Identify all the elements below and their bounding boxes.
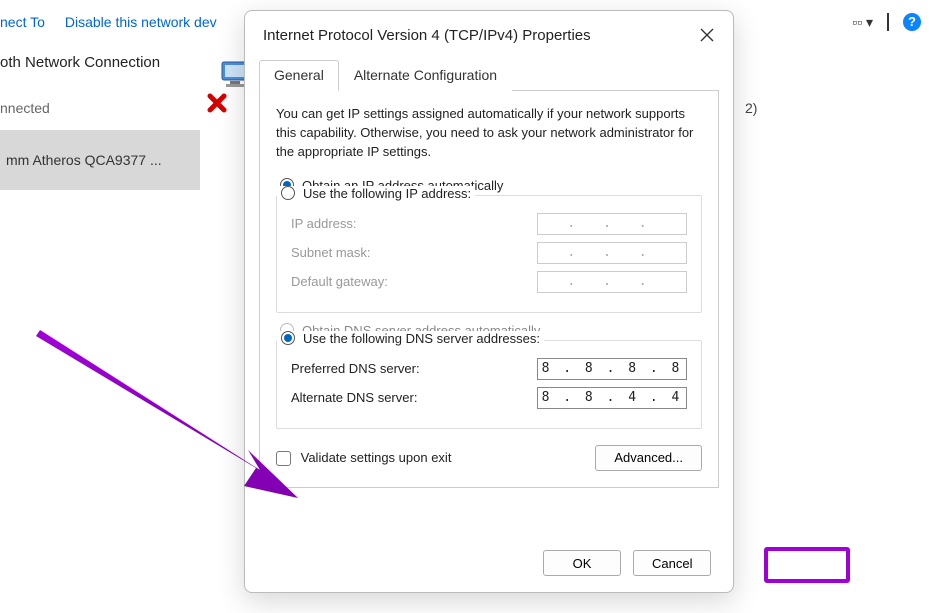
cancel-button[interactable]: Cancel bbox=[633, 550, 711, 576]
device-count-label: 2) bbox=[745, 100, 757, 116]
tab-strip: General Alternate Configuration bbox=[259, 59, 719, 91]
default-gateway-input: . . . bbox=[537, 271, 687, 293]
ip-manual-group: Use the following IP address: IP address… bbox=[276, 195, 702, 313]
validate-settings-checkbox[interactable] bbox=[276, 451, 291, 466]
alternate-dns-label: Alternate DNS server: bbox=[291, 390, 417, 405]
advanced-button[interactable]: Advanced... bbox=[595, 445, 702, 471]
tab-general[interactable]: General bbox=[259, 60, 339, 91]
toolbar-disable-device[interactable]: Disable this network dev bbox=[65, 14, 217, 30]
error-x-icon bbox=[206, 92, 228, 114]
radio-use-ip-manual[interactable] bbox=[281, 186, 295, 200]
tab-panel-general: You can get IP settings assigned automat… bbox=[259, 91, 719, 488]
ip-address-label: IP address: bbox=[291, 216, 357, 231]
network-connection-name: oth Network Connection bbox=[0, 54, 160, 71]
subnet-mask-input: . . . bbox=[537, 242, 687, 264]
network-status: nnected bbox=[0, 100, 50, 116]
subnet-mask-label: Subnet mask: bbox=[291, 245, 371, 260]
annotation-highlight-ok bbox=[764, 547, 850, 583]
default-gateway-label: Default gateway: bbox=[291, 274, 388, 289]
radio-use-dns-manual[interactable] bbox=[281, 331, 295, 345]
adapter-name-label: mm Atheros QCA9377 ... bbox=[6, 152, 162, 168]
alternate-dns-input[interactable]: 8 . 8 . 4 . 4 bbox=[537, 387, 687, 409]
dns-manual-group: Use the following DNS server addresses: … bbox=[276, 340, 702, 429]
ipv4-properties-dialog: Internet Protocol Version 4 (TCP/IPv4) P… bbox=[244, 10, 734, 593]
validate-settings-row[interactable]: Validate settings upon exit bbox=[276, 450, 451, 466]
dialog-title: Internet Protocol Version 4 (TCP/IPv4) P… bbox=[263, 27, 591, 44]
preferred-dns-label: Preferred DNS server: bbox=[291, 361, 420, 376]
ok-button[interactable]: OK bbox=[543, 550, 621, 576]
close-icon[interactable] bbox=[699, 27, 715, 43]
tab-alternate-configuration[interactable]: Alternate Configuration bbox=[339, 60, 512, 91]
intro-text: You can get IP settings assigned automat… bbox=[276, 105, 702, 162]
ip-address-input: . . . bbox=[537, 213, 687, 235]
radio-use-dns-manual-label: Use the following DNS server addresses: bbox=[303, 331, 540, 346]
radio-use-ip-manual-label: Use the following IP address: bbox=[303, 186, 471, 201]
help-icon[interactable]: ? bbox=[903, 13, 921, 31]
adapter-list-item[interactable]: mm Atheros QCA9377 ... bbox=[0, 130, 200, 190]
view-options-icon[interactable]: ▫▫ ▾ bbox=[852, 14, 873, 31]
toolbar-connect-to[interactable]: nect To bbox=[0, 14, 45, 30]
validate-settings-label: Validate settings upon exit bbox=[301, 450, 452, 465]
preferred-dns-input[interactable]: 8 . 8 . 8 . 8 bbox=[537, 358, 687, 380]
preview-pane-icon[interactable] bbox=[887, 14, 889, 30]
